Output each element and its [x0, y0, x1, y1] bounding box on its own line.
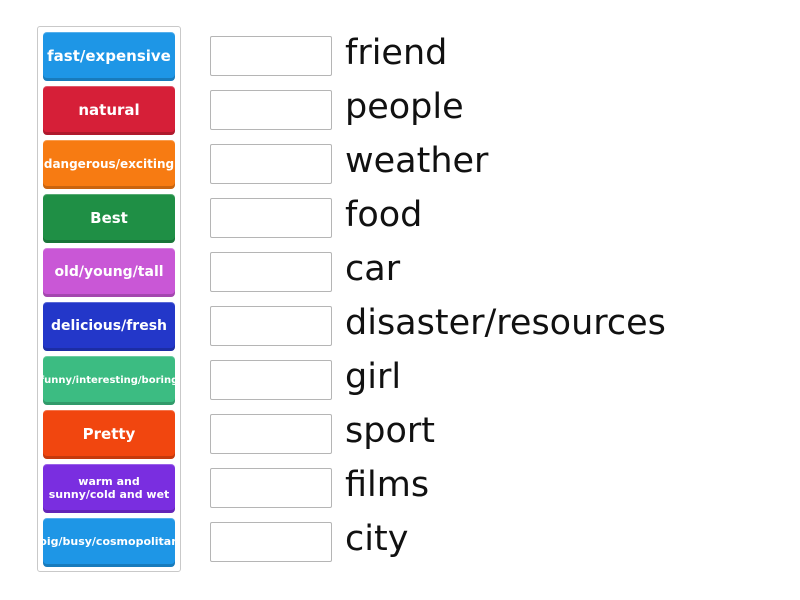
tile-label: Pretty [82, 424, 136, 443]
tile-tray: fast/expensive natural dangerous/excitin… [37, 26, 181, 572]
target-word: car [345, 248, 401, 289]
match-row: girl [210, 359, 401, 401]
tile-label: old/young/tall [54, 264, 164, 281]
target-word: films [345, 464, 430, 505]
target-word: sport [345, 410, 435, 451]
match-row: people [210, 89, 464, 131]
tile-pretty[interactable]: Pretty [43, 410, 175, 459]
match-row: disaster/resources [210, 305, 666, 347]
drop-box[interactable] [210, 198, 332, 238]
match-up-activity: fast/expensive natural dangerous/excitin… [0, 0, 800, 600]
target-word: city [345, 518, 409, 559]
tile-natural[interactable]: natural [43, 86, 175, 135]
tile-label: warm and sunny/cold and wet [48, 474, 170, 501]
match-row: city [210, 521, 408, 563]
target-word: disaster/resources [345, 302, 666, 343]
match-row: car [210, 251, 400, 293]
match-row: films [210, 467, 429, 509]
tile-label: Best [90, 208, 128, 227]
tile-dangerous-exciting[interactable]: dangerous/exciting [43, 140, 175, 189]
drop-box[interactable] [210, 414, 332, 454]
tile-fast-expensive[interactable]: fast/expensive [43, 32, 175, 81]
drop-box[interactable] [210, 252, 332, 292]
drop-box[interactable] [210, 90, 332, 130]
tile-delicious-fresh[interactable]: delicious/fresh [43, 302, 175, 351]
match-row: friend [210, 35, 447, 77]
target-word: people [345, 86, 464, 127]
tile-big-busy-cosmopolitan[interactable]: big/busy/cosmopolitan [39, 518, 179, 567]
match-row: weather [210, 143, 488, 185]
target-word: girl [345, 356, 402, 397]
tile-label: delicious/fresh [50, 318, 168, 335]
match-row: sport [210, 413, 435, 455]
tile-best[interactable]: Best [43, 194, 175, 243]
tile-warm-sunny-cold-wet[interactable]: warm and sunny/cold and wet [43, 464, 175, 513]
drop-box[interactable] [210, 522, 332, 562]
tile-old-young-tall[interactable]: old/young/tall [43, 248, 175, 297]
tile-label: natural [78, 100, 140, 119]
drop-box[interactable] [210, 306, 332, 346]
tile-funny-interesting-boring[interactable]: funny/interesting/boring [39, 356, 179, 405]
target-word: food [345, 194, 423, 235]
tile-label: fast/expensive [47, 46, 171, 65]
tile-label: dangerous/exciting [43, 156, 175, 171]
tile-label: funny/interesting/boring [39, 374, 179, 386]
drop-box[interactable] [210, 360, 332, 400]
target-word: weather [345, 140, 489, 181]
drop-box[interactable] [210, 468, 332, 508]
target-word: friend [345, 32, 448, 73]
match-row: food [210, 197, 422, 239]
drop-box[interactable] [210, 36, 332, 76]
drop-box[interactable] [210, 144, 332, 184]
tile-label: big/busy/cosmopolitan [38, 535, 180, 549]
